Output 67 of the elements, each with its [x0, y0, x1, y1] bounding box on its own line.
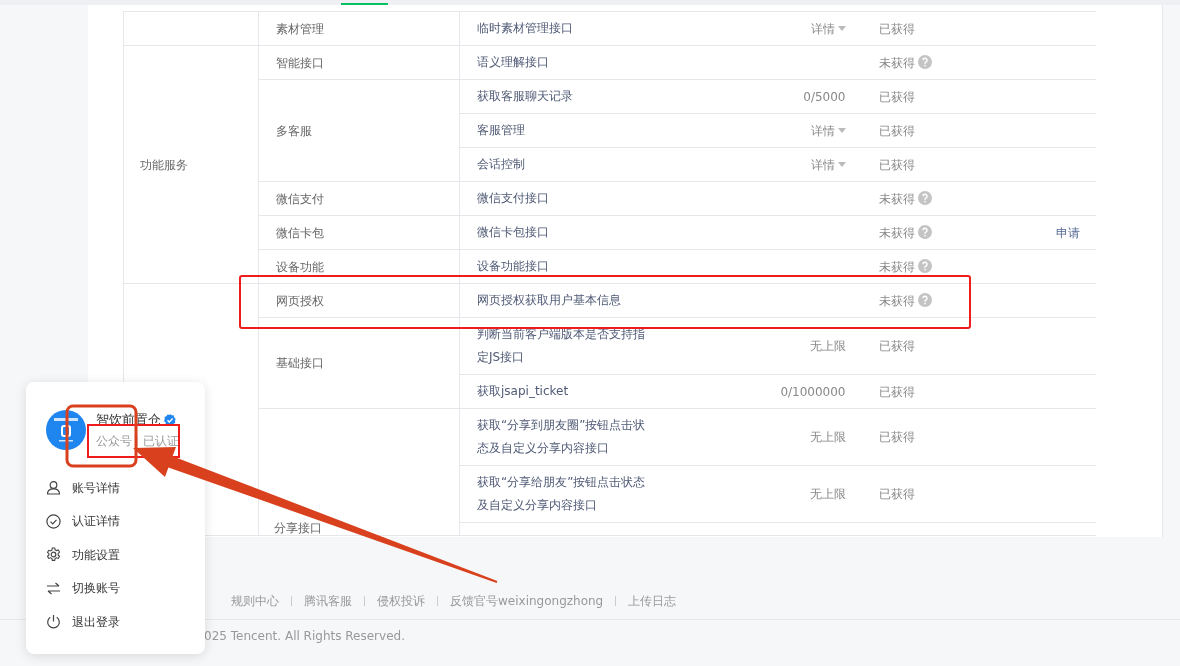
details-dropdown[interactable]: 详情	[810, 157, 846, 172]
switch-arrows-icon	[46, 580, 61, 596]
menu-item[interactable]: 功能设置	[46, 538, 176, 572]
interface-name: 获取“分享给朋友”按钮点击状态及自定义分享内容接口	[477, 474, 647, 514]
group-label: 分享接口	[274, 522, 323, 535]
status-text: 已获得	[878, 21, 915, 36]
status-text: 未获得	[878, 225, 915, 240]
status-text: 已获得	[878, 487, 915, 501]
check-circle-icon	[46, 513, 61, 529]
interface-name: 语义理解接口	[477, 54, 549, 71]
group-label: 基础接口	[276, 356, 324, 370]
group-label: 设备功能	[276, 259, 324, 274]
user-icon	[46, 480, 61, 496]
status-text: 已获得	[878, 89, 915, 104]
status-text: 未获得	[878, 293, 915, 308]
group-label: 微信卡包	[276, 225, 324, 240]
interface-name: 网页授权获取用户基本信息	[477, 292, 621, 309]
status-text: 已获得	[878, 123, 915, 138]
status-text: 未获得	[878, 191, 915, 206]
group-label: 微信支付	[276, 191, 324, 206]
account-type: 公众号	[96, 434, 132, 448]
interface-name: 会话控制	[477, 156, 525, 173]
status-text: 未获得	[878, 259, 915, 274]
footer-link[interactable]: 反馈官号weixingongzhong	[450, 592, 604, 610]
status-text: 已获得	[878, 430, 915, 444]
tab-indicator	[341, 3, 388, 5]
group-label: 网页授权	[276, 293, 324, 308]
status-text: 已获得	[878, 339, 915, 353]
quota-text: 无上限	[809, 339, 846, 353]
menu-item[interactable]: 认证详情	[46, 504, 176, 538]
quota-text: 0/5000	[803, 89, 846, 104]
interface-name: 临时素材管理接口	[477, 20, 573, 37]
caret-icon	[837, 127, 846, 133]
group-label: 素材管理	[276, 21, 324, 36]
status-text: 已获得	[878, 157, 915, 172]
interface-name: 设备功能接口	[477, 258, 549, 275]
footer-link[interactable]: 上传日志	[628, 592, 677, 610]
menu-item[interactable]: 账号详情	[46, 471, 176, 505]
category-label: 功能服务	[140, 157, 188, 172]
interface-name: 客服管理	[477, 122, 525, 139]
interface-name: 微信支付接口	[477, 190, 549, 207]
quota-text: 无上限	[809, 487, 846, 501]
status-text: 已获得	[878, 384, 915, 399]
details-dropdown[interactable]: 详情	[810, 21, 846, 36]
footer-link[interactable]: 侵权投诉	[377, 592, 425, 610]
logo-icon	[54, 418, 78, 442]
interface-name: 获取“分享到朋友圈”按钮点击状态及自定义分享内容接口	[477, 417, 647, 457]
interface-name: 微信卡包接口	[477, 224, 549, 241]
status-text: 未获得	[878, 55, 915, 70]
menu-item[interactable]: 退出登录	[46, 605, 176, 639]
settings-icon	[46, 547, 61, 563]
group-label: 智能接口	[276, 55, 324, 70]
interface-name: 获取客服聊天记录	[477, 88, 573, 105]
apply-link[interactable]: 申请	[1056, 225, 1080, 240]
footer-link[interactable]: 腾讯客服	[304, 592, 352, 610]
quota-text: 无上限	[809, 430, 846, 444]
group-label: 多客服	[276, 123, 312, 138]
details-dropdown[interactable]: 详情	[810, 123, 846, 138]
caret-icon	[837, 25, 846, 31]
footer-link[interactable]: 规则中心	[231, 592, 279, 610]
copyright-text: 025 Tencent. All Rights Reserved.	[204, 628, 406, 645]
quota-text: 0/1000000	[780, 384, 846, 399]
certification-status: 已认证	[143, 434, 179, 448]
menu-item[interactable]: 切换账号	[46, 571, 176, 605]
power-icon	[46, 614, 61, 630]
interface-name: 获取jsapi_ticket	[477, 383, 569, 400]
caret-icon	[837, 161, 846, 167]
